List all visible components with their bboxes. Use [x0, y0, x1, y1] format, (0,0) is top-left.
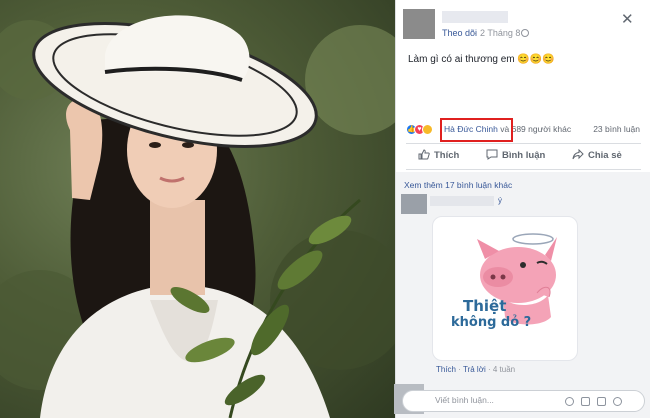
post-photo[interactable]	[0, 0, 395, 418]
comment-like-link[interactable]: Thích	[436, 365, 456, 374]
sticker-caption-line-1: Thiệt	[463, 297, 507, 315]
post-timestamp[interactable]: 2 Tháng 8	[480, 28, 520, 38]
gif-icon[interactable]	[597, 397, 606, 406]
comment-label: Bình luận	[502, 150, 546, 161]
follow-link[interactable]: Theo dõi	[442, 28, 477, 38]
sticker-icon[interactable]	[613, 397, 622, 406]
comment-meta: Thích · Trả lời · 4 tuần	[436, 365, 516, 374]
comment-count[interactable]: 23 bình luận	[593, 124, 640, 134]
comment-input-placeholder: Viết bình luận...	[435, 395, 494, 405]
haha-reaction-icon	[422, 124, 433, 135]
camera-icon[interactable]	[581, 397, 590, 406]
pig-sticker-illustration	[477, 233, 557, 325]
facebook-post-panel: Theo dõi · 2 Tháng 8 ✕ Làm gì có ai thươ…	[394, 0, 650, 418]
screenshot: Theo dõi · 2 Tháng 8 ✕ Làm gì có ai thươ…	[0, 0, 650, 418]
emoji-icon[interactable]	[565, 397, 574, 406]
sticker-caption: Thiệt không dỏ ?	[451, 297, 532, 330]
post-header: Theo dõi · 2 Tháng 8 ✕	[396, 0, 650, 44]
sticker-caption-line-2: không dỏ ?	[451, 315, 532, 330]
view-more-comments-link[interactable]: Xem thêm 17 bình luận khác	[404, 180, 512, 190]
meta-separator: ·	[474, 28, 477, 38]
divider	[406, 169, 641, 170]
like-label: Thích	[434, 150, 460, 161]
share-icon	[572, 149, 584, 160]
post-status-text: Làm gì có ai thương em 😊😊😊	[408, 54, 555, 65]
comment-reply-link[interactable]: Trả lời	[463, 365, 486, 374]
commenter-avatar-redacted[interactable]	[401, 194, 427, 214]
globe-icon	[521, 29, 529, 37]
share-label: Chia sẻ	[588, 150, 622, 161]
comment-input[interactable]: Viết bình luận...	[402, 390, 645, 412]
thumbs-up-icon	[418, 149, 430, 160]
pig-sticker[interactable]: Thiệt không dỏ ?	[432, 216, 578, 361]
like-button[interactable]: Thích	[418, 149, 459, 161]
commenter-name-redacted[interactable]	[430, 196, 494, 206]
highlight-box	[440, 118, 513, 142]
share-button[interactable]: Chia sẻ	[572, 149, 622, 161]
comment-button[interactable]: Bình luận	[486, 149, 545, 161]
close-icon[interactable]: ✕	[621, 10, 634, 28]
author-name-redacted[interactable]	[442, 11, 508, 23]
commenter-name-suffix[interactable]: ý	[498, 196, 502, 205]
post-actions: Thích Bình luận Chia sẻ	[396, 146, 650, 166]
author-avatar-redacted[interactable]	[403, 9, 435, 39]
divider	[406, 143, 641, 144]
comments-section: Xem thêm 17 bình luận khác ý Thiệt không…	[394, 172, 650, 418]
comment-icon	[486, 149, 498, 160]
comment-age[interactable]: 4 tuần	[493, 365, 515, 374]
photo-illustration	[0, 15, 395, 418]
